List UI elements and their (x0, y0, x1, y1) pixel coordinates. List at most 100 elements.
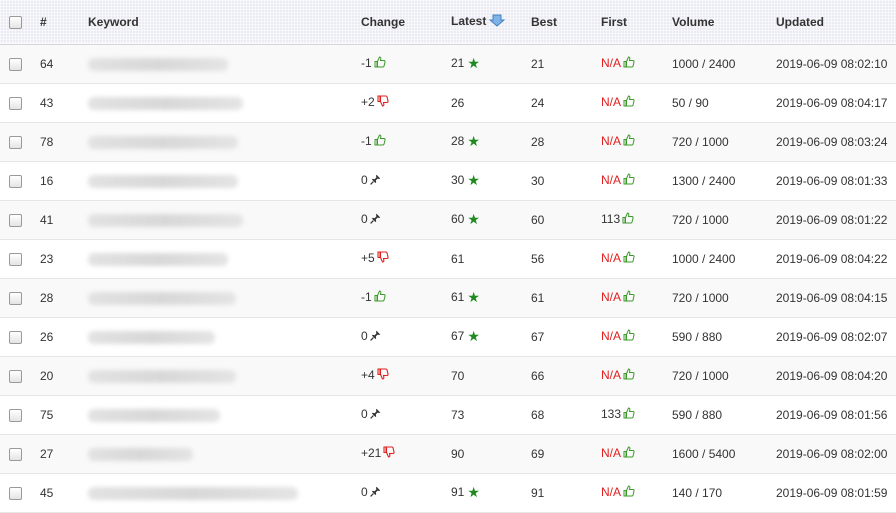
table-row[interactable]: 64 -1 21 ★ 21 N/A 1000 / 2400 2019-06-09 08:02:… (0, 44, 896, 83)
keyword-text-redacted[interactable] (88, 252, 228, 266)
column-header-num[interactable]: # (31, 0, 79, 44)
change-cell: 0 (352, 473, 442, 512)
best-cell: 28 (522, 122, 592, 161)
table-row[interactable]: 75 0 73 68 133 590 / 880 2019-06-09 08:01:56 (0, 395, 896, 434)
best-value: 66 (531, 368, 545, 383)
first-cell: N/A (592, 161, 663, 200)
num-cell: 45 (31, 473, 79, 512)
keywords-table: # Keyword Change Latest Best First Volum… (0, 0, 896, 513)
keyword-text-redacted[interactable] (88, 96, 243, 110)
keyword-text-redacted[interactable] (88, 486, 298, 500)
column-updated-label: Updated (776, 14, 824, 29)
table-row[interactable]: 16 0 30 ★ 30 N/A 1300 / 2400 2019-06-09 08:01:3… (0, 161, 896, 200)
change-value: -1 (361, 55, 372, 70)
keyword-text-redacted[interactable] (88, 330, 215, 344)
keyword-cell[interactable] (79, 473, 352, 512)
latest-cell: 60 ★ (442, 200, 522, 239)
table-row[interactable]: 20 +4 70 66 N/A 720 / 1000 2019-06-09 08:04:20 (0, 356, 896, 395)
num-cell: 41 (31, 200, 79, 239)
row-select-cell (0, 473, 31, 512)
keyword-cell[interactable] (79, 83, 352, 122)
row-checkbox[interactable] (9, 135, 22, 149)
change-cell: -1 (352, 44, 442, 83)
row-checkbox[interactable] (9, 291, 22, 305)
latest-cell: 28 ★ (442, 122, 522, 161)
first-value: N/A (601, 484, 622, 499)
row-checkbox[interactable] (9, 174, 22, 188)
row-number: 43 (40, 95, 54, 110)
updated-cell: 2019-06-09 08:01:22 (767, 200, 896, 239)
latest-cell: 73 (442, 395, 522, 434)
change-value: -1 (361, 289, 372, 304)
column-header-first[interactable]: First (592, 0, 663, 44)
row-checkbox[interactable] (9, 252, 22, 266)
keyword-cell[interactable] (79, 356, 352, 395)
row-checkbox[interactable] (9, 96, 22, 110)
change-cell: 0 (352, 317, 442, 356)
keyword-cell[interactable] (79, 200, 352, 239)
table-row[interactable]: 23 +5 61 56 N/A 1000 / 2400 2019-06-09 08:04:2… (0, 239, 896, 278)
best-cell: 68 (522, 395, 592, 434)
keyword-text-redacted[interactable] (88, 213, 243, 227)
volume-value: 590 / 880 (672, 329, 723, 344)
row-checkbox[interactable] (9, 330, 22, 344)
table-row[interactable]: 27 +21 90 69 N/A 1600 / 5400 2019-06-09 08:02:… (0, 434, 896, 473)
row-checkbox[interactable] (9, 213, 22, 227)
table-row[interactable]: 28 -1 61 ★ 61 N/A 720 / 1000 2019-06-09 08:04:1… (0, 278, 896, 317)
table-row[interactable]: 41 0 60 ★ 60 113 720 / 1000 2019-06-09 08:01:22 (0, 200, 896, 239)
table-row[interactable]: 45 0 91 ★ 91 N/A 140 / 170 2019-06-09 08:01:59 (0, 473, 896, 512)
latest-value: 73 (451, 407, 465, 422)
keyword-cell[interactable] (79, 278, 352, 317)
select-all-checkbox[interactable] (9, 15, 22, 29)
keyword-text-redacted[interactable] (88, 57, 228, 71)
keyword-text-redacted[interactable] (88, 408, 220, 422)
num-cell: 64 (31, 44, 79, 83)
volume-cell: 1600 / 5400 (663, 434, 767, 473)
row-checkbox[interactable] (9, 447, 22, 461)
column-header-volume[interactable]: Volume (663, 0, 767, 44)
table-row[interactable]: 26 0 67 ★ 67 N/A 590 / 880 2019-06-09 08:02:07 (0, 317, 896, 356)
column-header-best[interactable]: Best (522, 0, 592, 44)
column-header-latest[interactable]: Latest (442, 0, 522, 44)
volume-cell: 720 / 1000 (663, 200, 767, 239)
star-icon: ★ (467, 211, 480, 227)
row-checkbox[interactable] (9, 408, 22, 422)
keyword-cell[interactable] (79, 44, 352, 83)
column-volume-label: Volume (672, 14, 715, 29)
row-checkbox[interactable] (9, 57, 22, 71)
keyword-cell[interactable] (79, 239, 352, 278)
column-header-updated[interactable]: Updated (767, 0, 896, 44)
column-header-change[interactable]: Change (352, 0, 442, 44)
row-checkbox[interactable] (9, 369, 22, 383)
best-value: 21 (531, 56, 545, 71)
change-value: +2 (361, 94, 375, 109)
keyword-cell[interactable] (79, 395, 352, 434)
star-icon: ★ (467, 55, 480, 71)
updated-cell: 2019-06-09 08:04:17 (767, 83, 896, 122)
column-header-keyword[interactable]: Keyword (79, 0, 352, 44)
keyword-cell[interactable] (79, 161, 352, 200)
first-value: N/A (601, 289, 622, 304)
table-row[interactable]: 43 +2 26 24 N/A 50 / 90 2019-06-09 08:04:17 (0, 83, 896, 122)
keyword-cell[interactable] (79, 317, 352, 356)
best-cell: 69 (522, 434, 592, 473)
column-change-label: Change (361, 14, 406, 29)
change-cell: +21 (352, 434, 442, 473)
keyword-cell[interactable] (79, 434, 352, 473)
first-value: 113 (601, 211, 621, 226)
change-value: 0 (361, 329, 368, 344)
best-value: 56 (531, 251, 545, 266)
row-number: 75 (40, 407, 54, 422)
volume-value: 50 / 90 (672, 95, 709, 110)
keyword-text-redacted[interactable] (88, 447, 193, 461)
volume-value: 1000 / 2400 (672, 56, 736, 71)
keyword-cell[interactable] (79, 122, 352, 161)
keyword-text-redacted[interactable] (88, 135, 238, 149)
latest-value: 26 (451, 95, 465, 110)
keyword-text-redacted[interactable] (88, 174, 238, 188)
keyword-text-redacted[interactable] (88, 369, 236, 383)
keyword-text-redacted[interactable] (88, 291, 236, 305)
row-checkbox[interactable] (9, 486, 22, 500)
table-row[interactable]: 78 -1 28 ★ 28 N/A 720 / 1000 2019-06-09 08:03:2… (0, 122, 896, 161)
change-cell: 0 (352, 161, 442, 200)
